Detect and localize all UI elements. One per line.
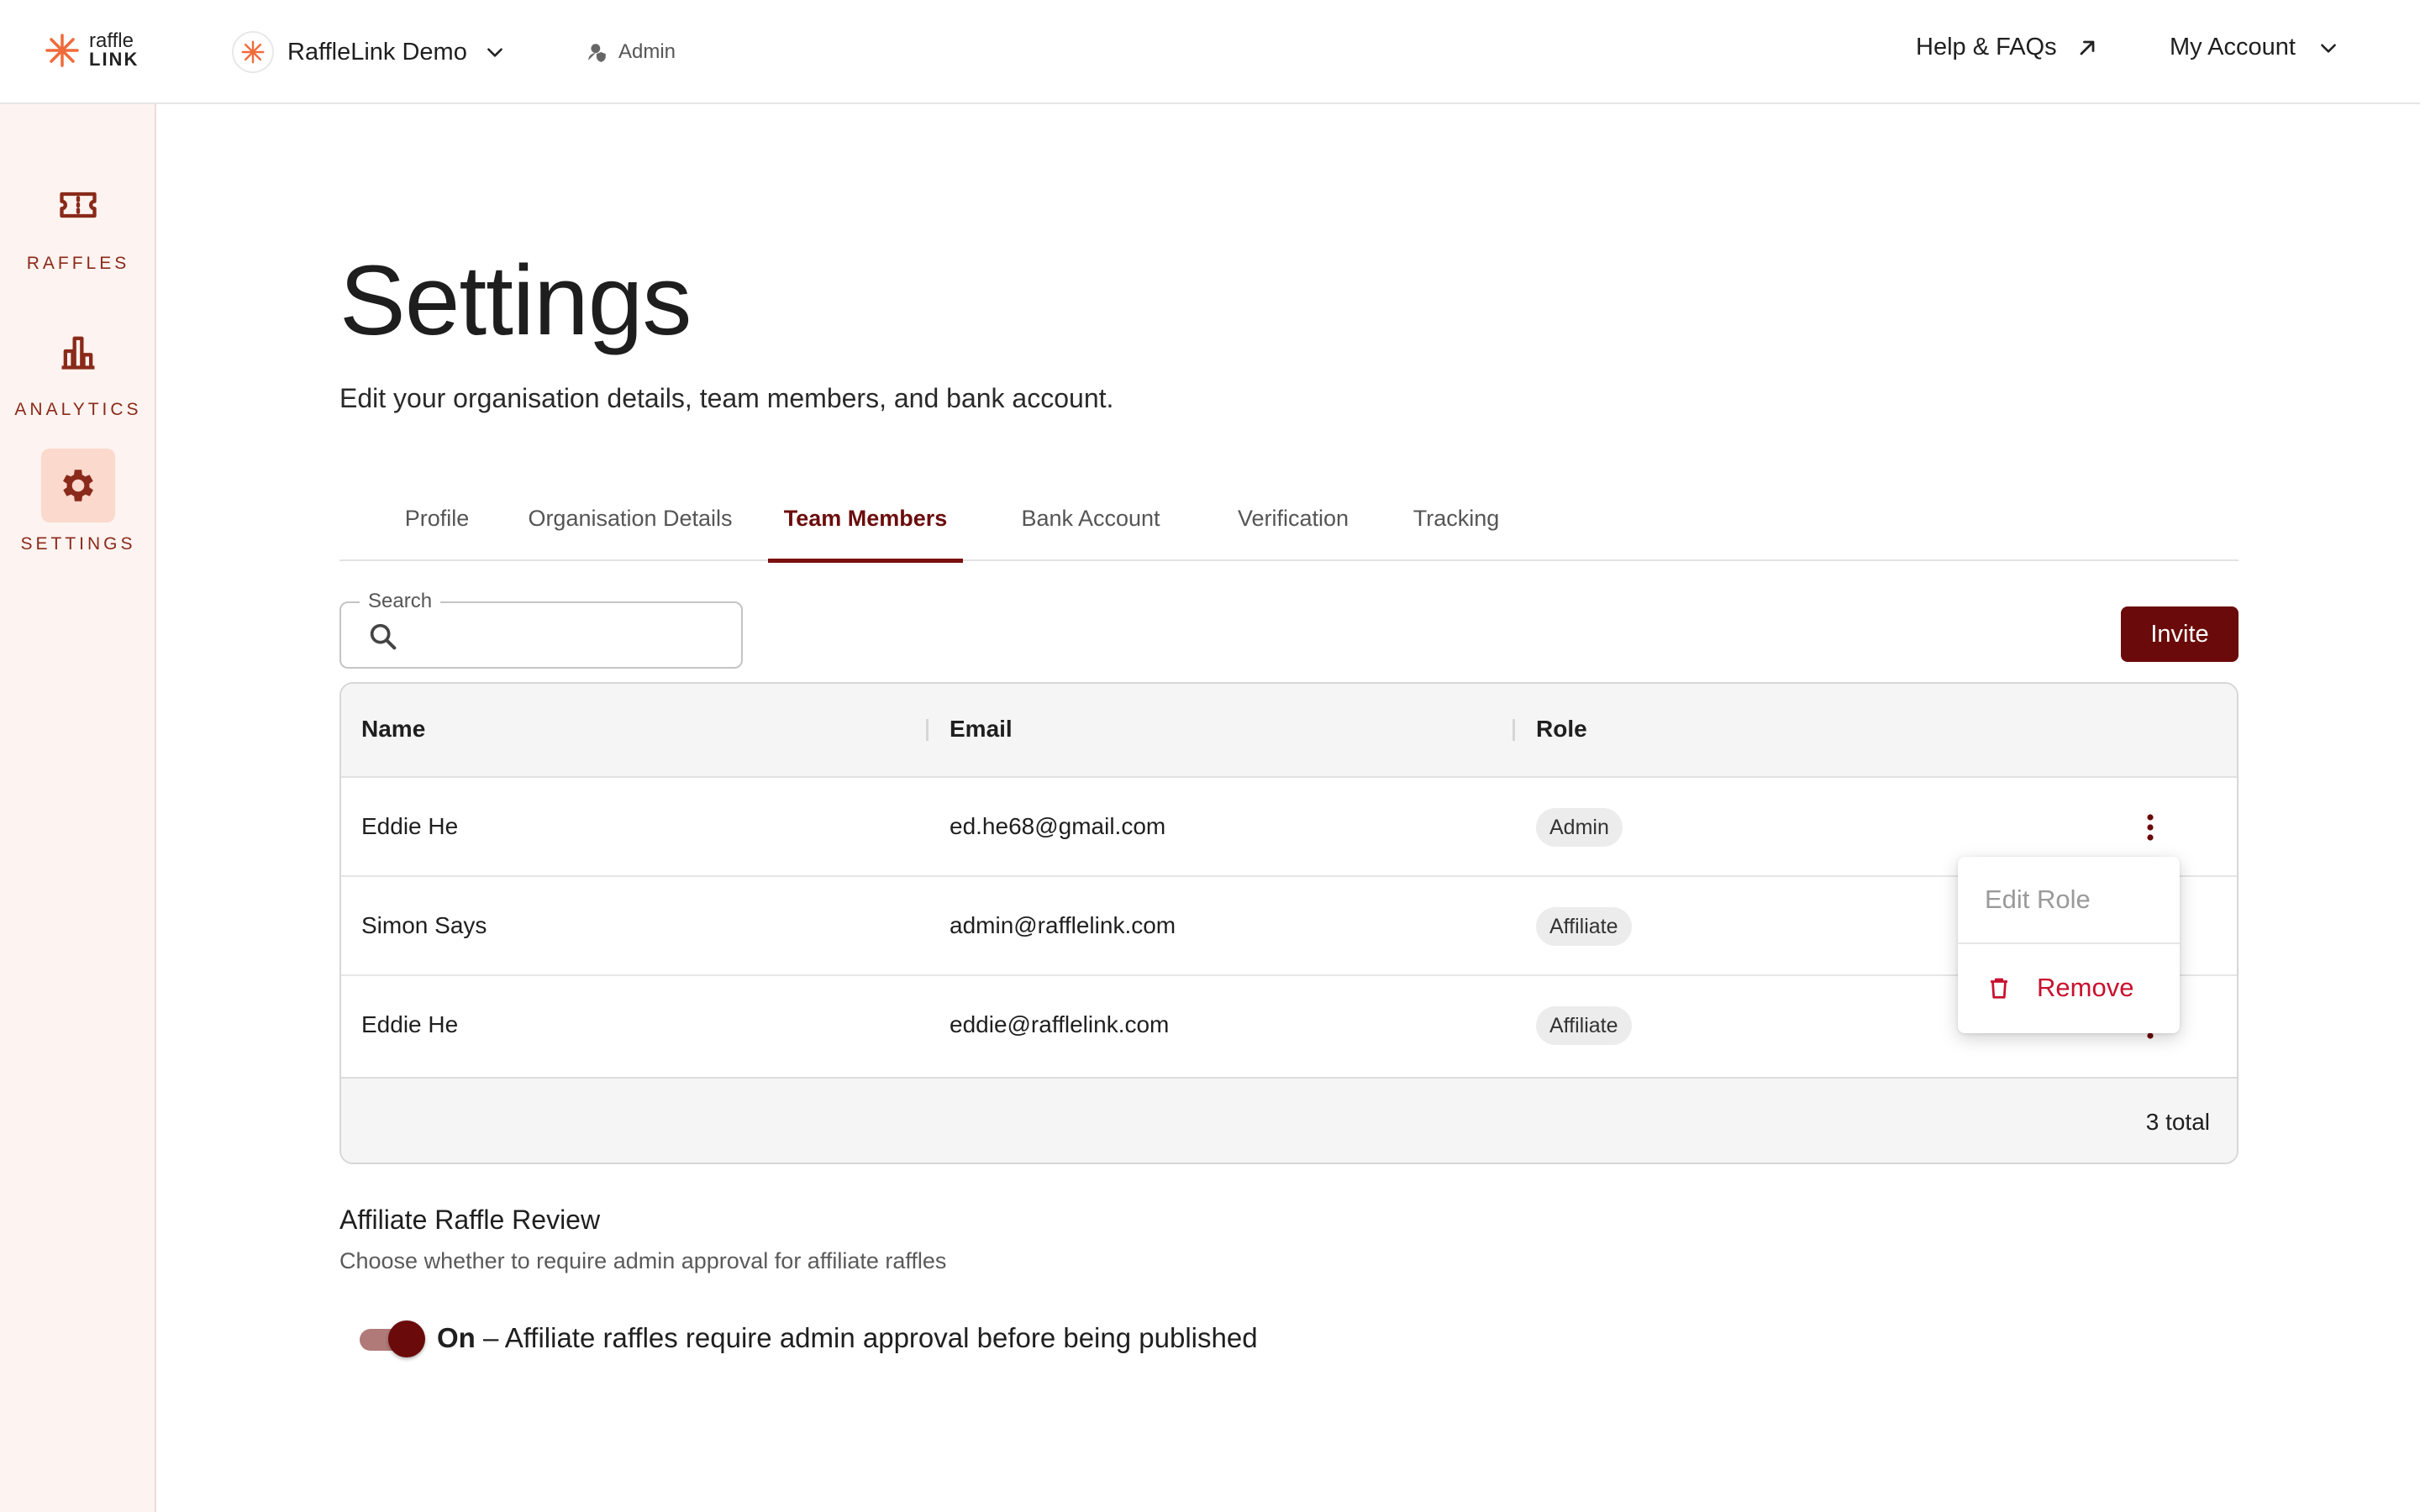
table-footer: 3 total xyxy=(341,1077,2237,1163)
edit-role-label: Edit Role xyxy=(1985,885,2091,914)
affiliate-review-toggle[interactable] xyxy=(360,1320,425,1357)
sidebar-item-raffles[interactable]: RAFFLES xyxy=(0,168,156,274)
ticket-icon xyxy=(60,192,97,218)
external-arrow-icon xyxy=(2080,40,2095,55)
nav-icon-container xyxy=(41,314,115,388)
column-header-role[interactable]: Role xyxy=(1536,716,1587,743)
team-members-table: Name Email Role Eddie He ed.he68@gmail.c… xyxy=(339,682,2238,1164)
bar-chart-icon xyxy=(61,336,95,370)
role-chip: Affiliate xyxy=(1536,1006,1632,1045)
sidebar-item-analytics[interactable]: ANALYTICS xyxy=(0,314,156,420)
toggle-description: – Affiliate raffles require admin approv… xyxy=(475,1322,1258,1353)
table-row: Simon Says admin@rafflelink.com Affiliat… xyxy=(341,877,2237,976)
tab-bank-account[interactable]: Bank Account xyxy=(1012,506,1170,561)
column-header-email[interactable]: Email xyxy=(950,716,1013,743)
sidebar: RAFFLES ANALYTICS SETTINGS xyxy=(0,104,156,1512)
role-chip: Admin xyxy=(1536,808,1623,847)
column-resize-handle[interactable] xyxy=(926,719,929,741)
total-count: 3 total xyxy=(2145,1109,2210,1135)
gear-icon xyxy=(63,470,93,501)
member-name: Simon Says xyxy=(361,912,487,938)
toggle-state-label: On xyxy=(437,1322,476,1353)
role-label: Admin xyxy=(618,40,676,63)
member-email: ed.he68@gmail.com xyxy=(950,813,1166,839)
top-bar: raffle LINK RaffleLink Demo Admin Help &… xyxy=(0,0,2420,104)
tab-team-members[interactable]: Team Members xyxy=(768,506,963,563)
logo-line-1: raffle xyxy=(89,29,134,52)
invite-button[interactable]: Invite xyxy=(2121,606,2238,662)
search-input[interactable]: Search xyxy=(339,590,743,669)
column-header-name[interactable]: Name xyxy=(361,716,425,743)
trash-icon xyxy=(1991,978,2007,999)
current-role-indicator: Admin xyxy=(587,40,676,64)
settings-tabs: Profile Organisation Details Team Member… xyxy=(339,491,2238,563)
table-row: Eddie He eddie@rafflelink.com Affiliate xyxy=(341,976,2237,1075)
nav-icon-container xyxy=(41,168,115,242)
affiliate-review-title: Affiliate Raffle Review xyxy=(339,1205,601,1235)
sidebar-item-label: ANALYTICS xyxy=(14,400,142,419)
table-header: Name Email Role xyxy=(341,684,2237,778)
my-account-menu[interactable]: My Account xyxy=(2170,34,2339,61)
org-avatar xyxy=(232,31,274,73)
tab-organisation-details[interactable]: Organisation Details xyxy=(513,506,748,561)
nav-icon-container xyxy=(41,449,115,522)
tab-tracking[interactable]: Tracking xyxy=(1403,506,1509,561)
column-resize-handle[interactable] xyxy=(1512,719,1515,741)
help-faqs-link[interactable]: Help & FAQs xyxy=(1916,34,2099,61)
organisation-switcher[interactable]: RaffleLink Demo xyxy=(232,30,506,74)
tab-verification[interactable]: Verification xyxy=(1222,506,1365,561)
chevron-down-icon xyxy=(2321,43,2336,53)
chevron-down-icon xyxy=(487,48,502,57)
role-chip: Affiliate xyxy=(1536,907,1632,946)
account-label: My Account xyxy=(2170,34,2296,60)
table-row: Eddie He ed.he68@gmail.com Admin xyxy=(341,778,2237,877)
member-name: Eddie He xyxy=(361,813,459,839)
sidebar-item-label: RAFFLES xyxy=(26,254,130,273)
help-label: Help & FAQs xyxy=(1916,34,2057,60)
sidebar-item-settings[interactable]: SETTINGS xyxy=(0,449,156,554)
edit-role-menu-item[interactable]: Edit Role xyxy=(1958,857,2180,944)
tab-profile[interactable]: Profile xyxy=(378,506,496,561)
remove-label: Remove xyxy=(2037,973,2134,1002)
affiliate-review-status: On – Affiliate raffles require admin app… xyxy=(437,1322,1258,1354)
search-label: Search xyxy=(360,590,441,613)
member-email: eddie@rafflelink.com xyxy=(950,1011,1170,1037)
logo-asterisk-icon xyxy=(45,34,79,67)
row-actions-menu: Edit Role Remove xyxy=(1958,857,2180,1033)
remove-menu-item[interactable]: Remove xyxy=(1958,944,2180,1032)
affiliate-review-subtitle: Choose whether to require admin approval… xyxy=(339,1248,947,1273)
member-email: admin@rafflelink.com xyxy=(950,912,1176,938)
page-title: Settings xyxy=(339,245,692,356)
org-asterisk-icon xyxy=(241,40,265,64)
rafflelink-logo[interactable]: raffle LINK xyxy=(44,29,139,70)
member-name: Eddie He xyxy=(361,1011,459,1037)
sidebar-item-label: SETTINGS xyxy=(20,534,136,554)
row-actions-button[interactable] xyxy=(2131,808,2170,847)
logo-wordmark: raffle LINK xyxy=(89,29,139,70)
logo-line-2: LINK xyxy=(89,49,139,70)
search-icon xyxy=(370,623,397,650)
user-shield-icon xyxy=(588,44,606,62)
toggle-thumb xyxy=(388,1320,425,1357)
more-vertical-icon xyxy=(2147,814,2154,841)
org-name: RaffleLink Demo xyxy=(287,38,467,66)
page-subtitle: Edit your organisation details, team mem… xyxy=(339,383,1114,413)
